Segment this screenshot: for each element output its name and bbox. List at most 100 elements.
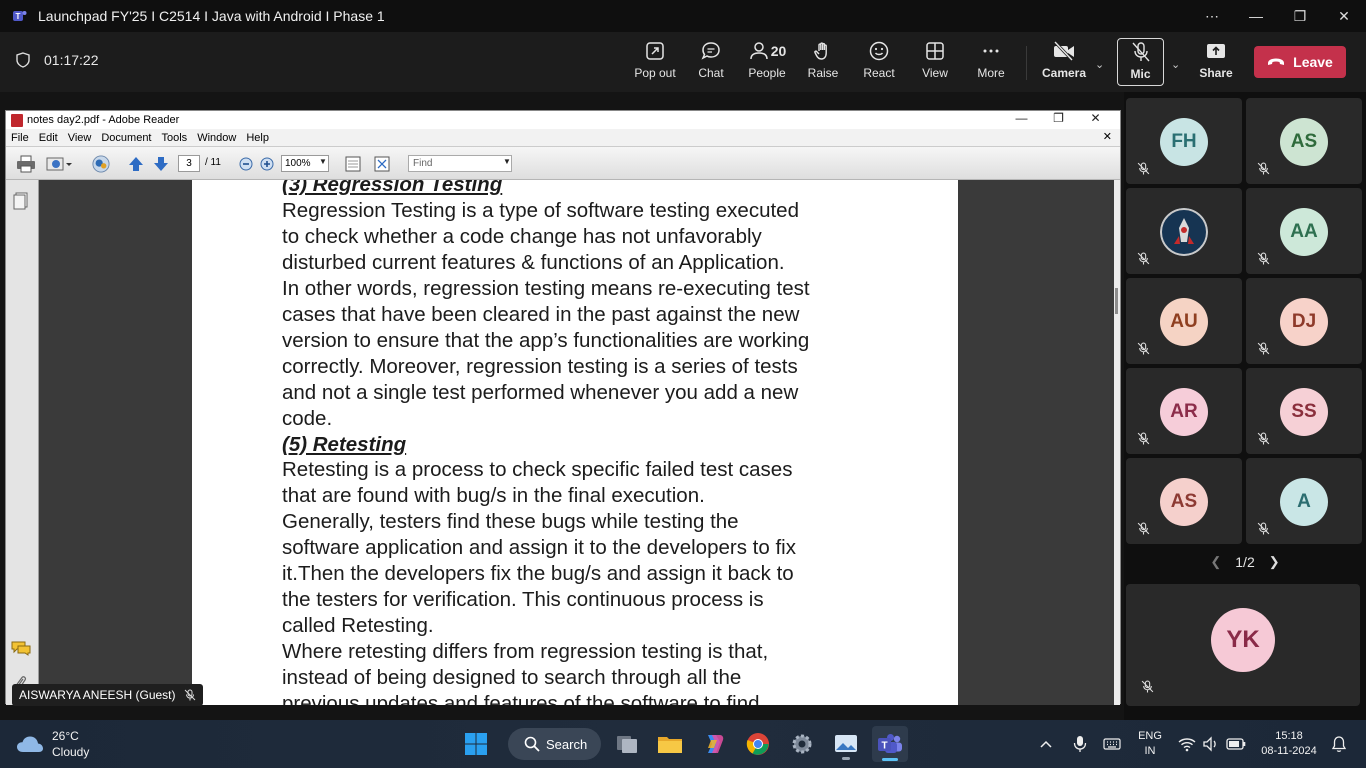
document-close-icon[interactable]: ✕ (1103, 130, 1112, 143)
mic-options-chevron-icon[interactable]: ⌄ (1171, 58, 1180, 71)
view-button[interactable]: View (907, 38, 963, 86)
pdf-page: (3) Regression Testing Regression Testin… (192, 180, 958, 705)
more-label: More (977, 66, 1005, 80)
show-hidden-icons-button[interactable] (1030, 726, 1062, 762)
clock[interactable]: 15:18 08-11-2024 (1254, 729, 1324, 759)
timer-text: 01:17:22 (44, 52, 99, 68)
camera-options-chevron-icon[interactable]: ⌄ (1095, 58, 1104, 71)
participant-tile[interactable]: AA (1246, 188, 1362, 274)
print-icon[interactable] (16, 155, 36, 173)
reader-close-button[interactable]: ✕ (1077, 111, 1114, 125)
find-input[interactable]: Find (408, 155, 512, 172)
robot-avatar-icon (1160, 208, 1208, 256)
chrome-button[interactable] (740, 726, 776, 762)
weather-widget[interactable]: 26°C Cloudy (16, 728, 89, 760)
document-scrollbar[interactable] (1114, 180, 1120, 705)
popout-button[interactable]: Pop out (627, 38, 683, 86)
minimize-button[interactable]: — (1234, 0, 1278, 32)
chat-button[interactable]: Chat (683, 38, 739, 86)
page-text: (3) Regression Testing Regression Testin… (282, 180, 922, 705)
fit-page-icon[interactable] (374, 155, 390, 173)
pages-panel-icon[interactable] (13, 192, 29, 210)
react-button[interactable]: React (851, 38, 907, 86)
file-explorer-button[interactable] (652, 726, 688, 762)
next-page-chevron-icon[interactable]: ❯ (1269, 554, 1280, 570)
avatar: AS (1280, 118, 1328, 166)
svg-text:T: T (881, 741, 887, 752)
participant-tile[interactable]: AS (1126, 458, 1242, 544)
document-viewport[interactable]: (3) Regression Testing Regression Testin… (6, 180, 1120, 705)
copilot-button[interactable] (696, 726, 732, 762)
comments-icon[interactable] (11, 640, 31, 656)
participant-tile[interactable]: AR (1126, 368, 1242, 454)
settings-button[interactable] (784, 726, 820, 762)
previous-page-chevron-icon[interactable]: ❮ (1210, 554, 1221, 570)
start-button[interactable] (458, 726, 494, 762)
participant-tile[interactable]: DJ (1246, 278, 1362, 364)
avatar: FH (1160, 118, 1208, 166)
share-button[interactable]: Share (1188, 38, 1244, 86)
self-video-tile[interactable]: YK (1126, 584, 1360, 706)
share-icon (1207, 44, 1225, 58)
people-button[interactable]: 20 People (739, 38, 795, 86)
previous-page-icon[interactable] (127, 155, 145, 173)
teams-taskbar-button[interactable]: T (872, 726, 908, 762)
navigation-pane (6, 180, 39, 705)
scrollbar-thumb[interactable] (1115, 288, 1118, 314)
menu-tools[interactable]: Tools (162, 132, 188, 144)
zoom-dropdown-icon[interactable]: ▼ (319, 157, 327, 166)
participant-tile[interactable]: SS (1246, 368, 1362, 454)
input-language[interactable]: ENG IN (1134, 729, 1166, 759)
maximize-button[interactable]: ❐ (1278, 0, 1322, 32)
next-page-icon[interactable] (152, 155, 170, 173)
fit-width-icon[interactable] (345, 155, 361, 173)
chrome-icon (746, 733, 769, 755)
text-line: cases that have been cleared in the past… (282, 302, 800, 326)
reader-titlebar: notes day2.pdf - Adobe Reader — ❐ ✕ (6, 111, 1120, 129)
close-button[interactable]: ✕ (1322, 0, 1366, 32)
reader-minimize-button[interactable]: — (1003, 111, 1040, 125)
page-number-input[interactable]: 3 (178, 155, 200, 172)
leave-button[interactable]: Leave (1254, 46, 1346, 78)
participant-tile[interactable]: A (1246, 458, 1362, 544)
text-line: Regression Testing is a type of software… (282, 198, 799, 222)
keyboard-tray-button[interactable] (1096, 726, 1128, 762)
menu-help[interactable]: Help (246, 132, 269, 144)
teams-icon: T (13, 11, 27, 21)
quick-settings-button[interactable] (1172, 726, 1252, 762)
menu-view[interactable]: View (68, 132, 92, 144)
microphone-icon (1073, 736, 1087, 752)
more-button[interactable]: More (963, 38, 1019, 86)
taskbar-search[interactable]: Search (508, 728, 601, 760)
participant-tile[interactable]: AS (1246, 98, 1362, 184)
participant-tile[interactable]: FH (1126, 98, 1242, 184)
avatar: DJ (1280, 298, 1328, 346)
camera-button[interactable]: Camera (1036, 38, 1092, 86)
notifications-button[interactable] (1326, 726, 1352, 762)
more-options-button[interactable]: ⋯ (1190, 0, 1234, 32)
task-view-button[interactable] (609, 726, 645, 762)
menu-window[interactable]: Window (197, 132, 236, 144)
menu-edit[interactable]: Edit (39, 132, 58, 144)
collaborate-icon[interactable] (90, 155, 112, 173)
zoom-in-icon[interactable] (260, 155, 274, 173)
reader-maximize-button[interactable]: ❐ (1040, 111, 1077, 125)
smiley-icon (869, 41, 889, 61)
email-pdf-icon[interactable] (46, 155, 72, 173)
mic-button[interactable]: Mic (1117, 38, 1164, 86)
mic-off-icon (1137, 162, 1150, 175)
active-indicator (882, 758, 898, 761)
participant-tile[interactable]: AU (1126, 278, 1242, 364)
participant-tile[interactable] (1126, 188, 1242, 274)
raise-hand-button[interactable]: Raise (795, 38, 851, 86)
language-code: ENG (1138, 730, 1162, 742)
zoom-out-icon[interactable] (239, 155, 253, 173)
microphone-tray-button[interactable] (1064, 726, 1096, 762)
photos-button[interactable] (828, 726, 864, 762)
find-dropdown-icon[interactable]: ▼ (503, 157, 511, 166)
meeting-timer: 01:17:22 (16, 52, 99, 68)
menu-document[interactable]: Document (101, 132, 151, 144)
text-line: Generally, testers find these bugs while… (282, 510, 739, 534)
meeting-toolbar: 01:17:22 Pop out Chat 20 People Raise Re… (0, 32, 1366, 92)
menu-file[interactable]: File (11, 132, 29, 144)
